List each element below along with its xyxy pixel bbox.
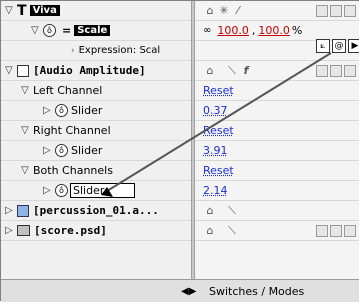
both-value-row: 2.14 (195, 181, 359, 201)
scale-value-row: ∞ 100.0 , 100.0 % (195, 21, 359, 41)
property-row-scale[interactable]: ▽ ô = Scale (1, 21, 191, 41)
expand-triangle-icon[interactable]: ▷ (43, 145, 55, 156)
expression-bullet-icon: › (71, 45, 75, 56)
text-layer-icon: T (17, 2, 27, 19)
effect-name: Both Channels (33, 164, 113, 177)
expand-triangle-icon[interactable]: ▷ (43, 185, 55, 196)
shy-icon[interactable]: ⌂ (203, 4, 217, 17)
property-name[interactable]: Scale (74, 25, 111, 36)
stopwatch-icon[interactable]: ô (43, 24, 56, 37)
layer-name[interactable]: [score.psd] (34, 224, 107, 237)
quality-slash-icon[interactable]: ⟍ (225, 224, 239, 238)
collapse-triangle-icon[interactable]: ▽ (5, 5, 17, 16)
slider-value[interactable]: 3.91 (203, 144, 228, 157)
switches-row-viva: ⌂ ✳ ⁄ (195, 1, 359, 21)
property-row-right-slider[interactable]: ▷ ô Slider (1, 141, 191, 161)
left-reset-row: Reset (195, 81, 359, 101)
property-name: Slider (71, 144, 103, 157)
switch-box[interactable] (330, 224, 342, 237)
right-value-row: 3.91 (195, 141, 359, 161)
switch-box[interactable] (330, 64, 342, 77)
slider-value[interactable]: 2.14 (203, 184, 228, 197)
layer-name[interactable]: [percussion_01.a... (33, 204, 159, 217)
effect-row-both-channels[interactable]: ▽ Both Channels (1, 161, 191, 181)
switch-box[interactable] (330, 4, 342, 17)
quality-slash-icon[interactable]: ⟍ (225, 64, 239, 78)
scale-y-value[interactable]: 100.0 (258, 24, 290, 37)
switch-box[interactable] (316, 64, 328, 77)
switch-box[interactable] (344, 4, 356, 17)
stopwatch-icon[interactable]: ô (55, 144, 68, 157)
effect-name: Right Channel (33, 124, 111, 137)
expand-triangle-icon[interactable]: ▷ (5, 205, 17, 216)
value-separator: , (251, 24, 256, 37)
switches-row-audio: ⌂ ⟍ f (195, 61, 359, 81)
layer-row-viva[interactable]: ▽ T Viva (1, 1, 191, 21)
switches-row-score: ⌂ ⟍ (195, 221, 359, 241)
both-reset-row: Reset (195, 161, 359, 181)
quality-slash-icon[interactable]: ⁄ (231, 4, 245, 17)
layer-row-score[interactable]: ▷ [score.psd] (1, 221, 191, 241)
stopwatch-icon[interactable]: ô (55, 104, 68, 117)
collapse-triangle-icon[interactable]: ▽ (21, 85, 33, 96)
collapse-triangle-icon[interactable]: ▽ (5, 65, 17, 76)
effect-row-left-channel[interactable]: ▽ Left Channel (1, 81, 191, 101)
property-row-expression[interactable]: › Expression: Scal (1, 41, 191, 61)
property-row-left-slider[interactable]: ▷ ô Slider (1, 101, 191, 121)
reset-link[interactable]: Reset (203, 164, 234, 177)
quality-slash-icon[interactable]: ⟍ (225, 204, 239, 218)
slider-value[interactable]: 0.37 (203, 104, 228, 117)
expression-label: Expression: Scal (78, 45, 161, 56)
layer-column: ▽ T Viva ▽ ô = Scale › Expression: Scal … (1, 1, 191, 279)
expression-equals-icon: = (62, 24, 72, 37)
layer-row-audio-amplitude[interactable]: ▽ [Audio Amplitude] (1, 61, 191, 81)
property-row-both-slider[interactable]: ▷ ô Slider (1, 181, 191, 201)
layer-name[interactable]: [Audio Amplitude] (33, 64, 146, 77)
switch-box[interactable] (344, 64, 356, 77)
pick-whip-icon[interactable]: @ (332, 39, 346, 53)
effect-name: Left Channel (33, 84, 103, 97)
shy-icon[interactable]: ⌂ (203, 224, 217, 237)
layer-name[interactable]: Viva (29, 5, 60, 16)
reset-link[interactable]: Reset (203, 84, 234, 97)
scale-x-value[interactable]: 100.0 (217, 24, 249, 37)
switch-box[interactable] (316, 224, 328, 237)
link-icon[interactable]: ∞ (203, 25, 211, 36)
null-layer-icon (17, 64, 29, 77)
timeline-panel: ▽ T Viva ▽ ô = Scale › Expression: Scal … (0, 0, 359, 302)
audio-file-icon (17, 204, 29, 217)
switch-box[interactable] (316, 4, 328, 17)
collapse-triangle-icon[interactable]: ▽ (21, 125, 33, 136)
property-name: Slider (71, 104, 103, 117)
image-file-icon (17, 225, 30, 236)
collapse-triangle-icon[interactable]: ▽ (21, 165, 33, 176)
reset-link[interactable]: Reset (203, 124, 234, 137)
expand-triangle-icon[interactable]: ▷ (5, 225, 17, 236)
left-value-row: 0.37 (195, 101, 359, 121)
collapse-switch-icon[interactable]: ✳ (217, 4, 231, 17)
footer-bar: ◀▶ Switches / Modes (1, 279, 359, 302)
switches-modes-toggle[interactable]: Switches / Modes (209, 285, 304, 298)
toggle-panes-icon[interactable]: ◀▶ (181, 286, 196, 297)
layer-row-percussion[interactable]: ▷ [percussion_01.a... (1, 201, 191, 221)
switch-box[interactable] (344, 224, 356, 237)
shy-icon[interactable]: ⌂ (203, 204, 217, 217)
shy-icon[interactable]: ⌂ (203, 64, 217, 77)
unit-label: % (291, 24, 303, 37)
expand-triangle-icon[interactable]: ▷ (43, 105, 55, 116)
effects-switch-icon[interactable]: f (239, 64, 253, 77)
expression-menu-arrow-icon[interactable]: ▶ (348, 39, 359, 53)
right-reset-row: Reset (195, 121, 359, 141)
graph-icon[interactable]: ⟀ (316, 39, 330, 53)
expression-controls: ⟀ @ ▶ (316, 39, 359, 53)
stopwatch-icon[interactable]: ô (55, 184, 68, 197)
property-name[interactable]: Slider (69, 183, 136, 198)
collapse-triangle-icon[interactable]: ▽ (31, 25, 43, 36)
effect-row-right-channel[interactable]: ▽ Right Channel (1, 121, 191, 141)
switches-row-percussion: ⌂ ⟍ (195, 201, 359, 221)
